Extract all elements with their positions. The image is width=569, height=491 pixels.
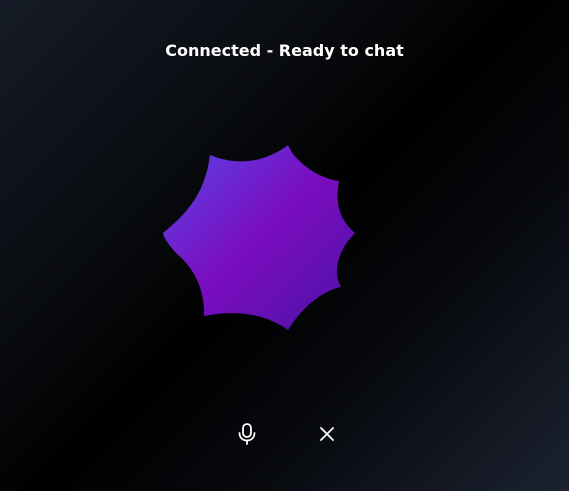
microphone-button[interactable]	[227, 414, 267, 454]
connection-status: Connected - Ready to chat	[165, 41, 404, 60]
call-controls	[0, 414, 569, 454]
end-chat-button[interactable]	[307, 414, 347, 454]
voice-orb-path	[163, 145, 355, 330]
close-icon	[320, 427, 334, 441]
voice-orb-shape	[163, 145, 355, 330]
microphone-icon	[238, 423, 256, 445]
voice-orb	[159, 141, 359, 334]
